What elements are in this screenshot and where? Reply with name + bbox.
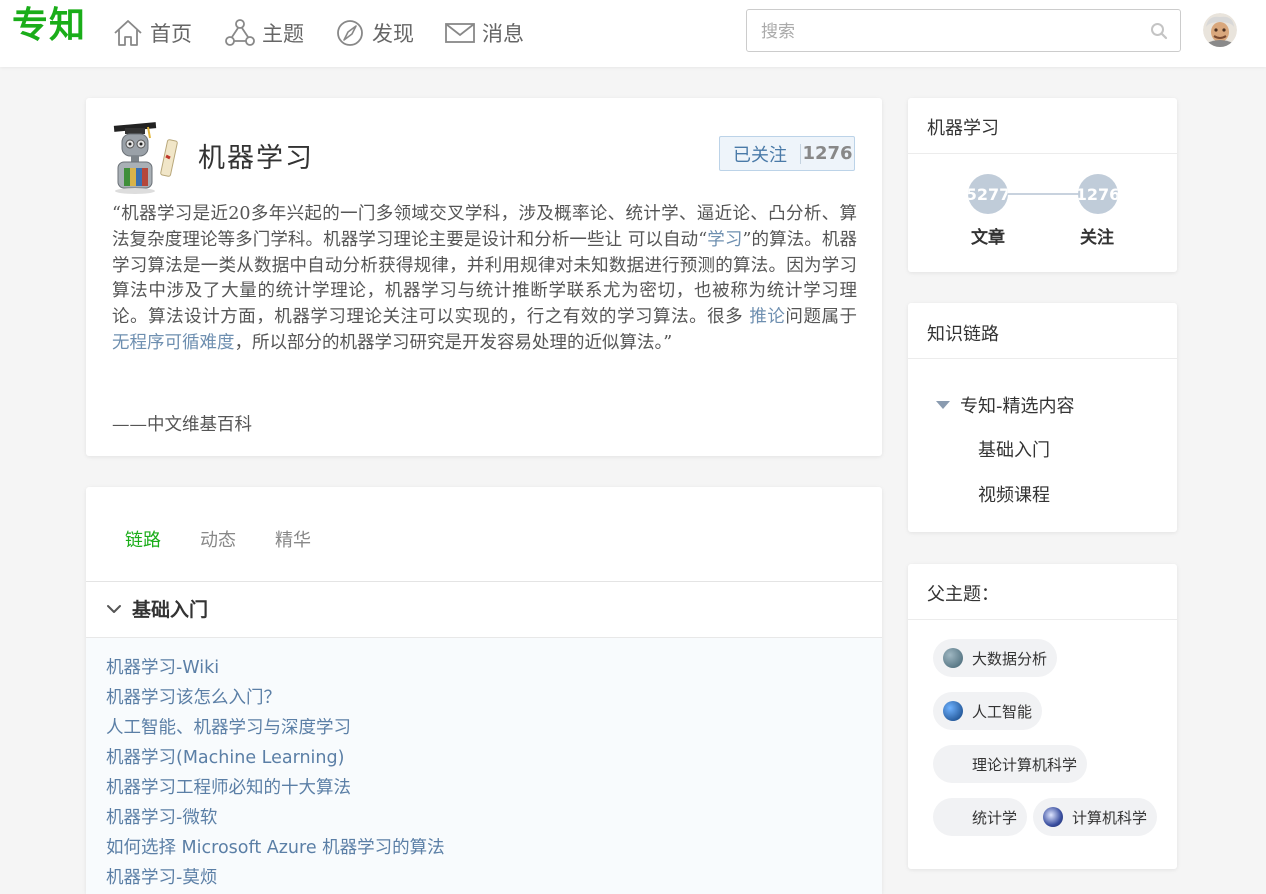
nav-home-label: 首页 [150,22,192,46]
topic-robot-image [108,118,186,194]
parent-topics-card: 父主题： 大数据分析 人工智能 理论计算机科学 统计学 计算机科学 [908,564,1177,869]
tab-chain[interactable]: 链路 [125,526,161,552]
link-item[interactable]: 机器学习工程师必知的十大算法 [106,774,351,799]
tree-root-label: 专知-精选内容 [960,396,1075,417]
articles-label: 文章 [971,228,1005,248]
ai-icon [943,701,963,721]
topic-chip-ai[interactable]: 人工智能 [933,692,1043,730]
topic-stats-card: 机器学习 5277 1276 文章 关注 [908,98,1177,272]
caret-down-icon [936,401,950,409]
link-item[interactable]: 机器学习-Wiki [106,654,219,679]
link-item[interactable]: 机器学习该怎么入门？ [106,684,281,709]
description-source: ——中文维基百科 [112,415,252,435]
nav-home[interactable]: 首页 [112,16,192,50]
nav-messages[interactable]: 消息 [444,16,524,50]
link-item[interactable]: 机器学习-莫烦 [106,864,217,889]
link-item[interactable]: 如何选择 Microsoft Azure 机器学习的算法 [106,834,445,859]
follow-label: 已关注 [733,144,787,166]
site-logo[interactable]: 专知 [12,4,86,48]
articles-count[interactable]: 5277 [968,174,1008,214]
section-header[interactable]: 基础入门 [86,582,882,638]
chevron-down-icon [107,605,121,613]
user-avatar-image [1203,13,1237,47]
nav-topics[interactable]: 主题 [224,16,304,50]
stats-card-header: 机器学习 [908,98,1177,154]
description-text-3: 问题属于 [785,307,858,328]
topic-description: “机器学习是近20多年兴起的一门多领域交叉学科，涉及概率论、统计学、逼近论、凸分… [112,202,857,357]
topic-intro-card: 机器学习 已关注 1276 “机器学习是近20多年兴起的一门多领域交叉学科，涉及… [86,98,882,456]
statistics-icon [943,807,963,827]
topic-chip-statistics[interactable]: 统计学 [933,798,1028,836]
topic-icon [225,19,255,46]
knowledge-chain-card: 知识链路 专知-精选内容 基础入门 视频课程 [908,303,1177,532]
description-text-4: ，所以部分的机器学习研究是开发容易处理的近似算法。” [234,332,673,353]
robot-graduate-icon [113,122,178,194]
description-link-learning[interactable]: 学习 [707,230,742,250]
computer-science-icon [1043,807,1063,827]
search-box [746,9,1181,52]
search-icon[interactable] [1150,22,1168,40]
chip-label: 计算机科学 [1072,808,1148,827]
mail-icon [445,23,475,43]
link-item[interactable]: 机器学习(Machine Learning) [106,744,344,769]
nav-discover[interactable]: 发现 [334,16,414,50]
tree-child-videos[interactable]: 视频课程 [978,481,1050,507]
topic-title: 机器学习 [198,143,314,174]
tree-child-basics[interactable]: 基础入门 [978,436,1050,462]
topic-content-card: 链路 动态 精华 基础入门 机器学习-Wiki 机器学习该怎么入门？ 人工智能、… [86,487,882,894]
topic-chip-cs[interactable]: 计算机科学 [1033,798,1158,836]
link-item[interactable]: 机器学习-微软 [106,804,217,829]
chip-label: 理论计算机科学 [972,755,1078,774]
follow-count: 1276 [802,143,853,164]
tab-bar: 链路 动态 精华 [86,487,882,582]
section-title: 基础入门 [132,599,209,621]
topic-chip-big-data[interactable]: 大数据分析 [933,639,1058,677]
chip-label: 人工智能 [972,702,1033,721]
knowledge-chain-title: 知识链路 [927,324,999,345]
home-icon [114,20,142,46]
topic-chip-theory-cs[interactable]: 理论计算机科学 [933,745,1088,783]
compass-icon [337,20,363,46]
description-link-inference[interactable]: 推论 [749,307,785,327]
nav-topics-label: 主题 [262,22,304,46]
tab-activity[interactable]: 动态 [200,526,236,552]
search-input[interactable] [759,19,1133,45]
chip-label: 大数据分析 [972,649,1048,668]
nav-discover-label: 发现 [372,22,414,46]
user-avatar[interactable] [1203,13,1237,47]
link-item[interactable]: 人工智能、机器学习与深度学习 [106,714,351,739]
parent-topics-title: 父主题： [927,584,999,605]
nav-messages-label: 消息 [482,22,524,46]
tab-highlights[interactable]: 精华 [275,526,311,552]
follow-button[interactable]: 已关注 1276 [719,136,855,171]
parent-topics-header: 父主题： [908,564,1177,620]
follows-count[interactable]: 1276 [1078,174,1118,214]
tree-root-item[interactable]: 专知-精选内容 [936,392,1075,418]
knowledge-chain-header: 知识链路 [908,303,1177,359]
top-navigation-bar: 专知 首页 主题 发现 消息 [0,0,1266,67]
link-list: 机器学习-Wiki 机器学习该怎么入门？ 人工智能、机器学习与深度学习 机器学习… [86,638,882,894]
chip-label: 统计学 [972,808,1018,827]
description-link-intractable[interactable]: 无程序可循难度 [112,333,235,353]
big-data-icon [943,648,963,668]
stats-card-title: 机器学习 [927,118,999,139]
follows-label: 关注 [1080,228,1114,248]
theory-cs-icon [943,754,963,774]
